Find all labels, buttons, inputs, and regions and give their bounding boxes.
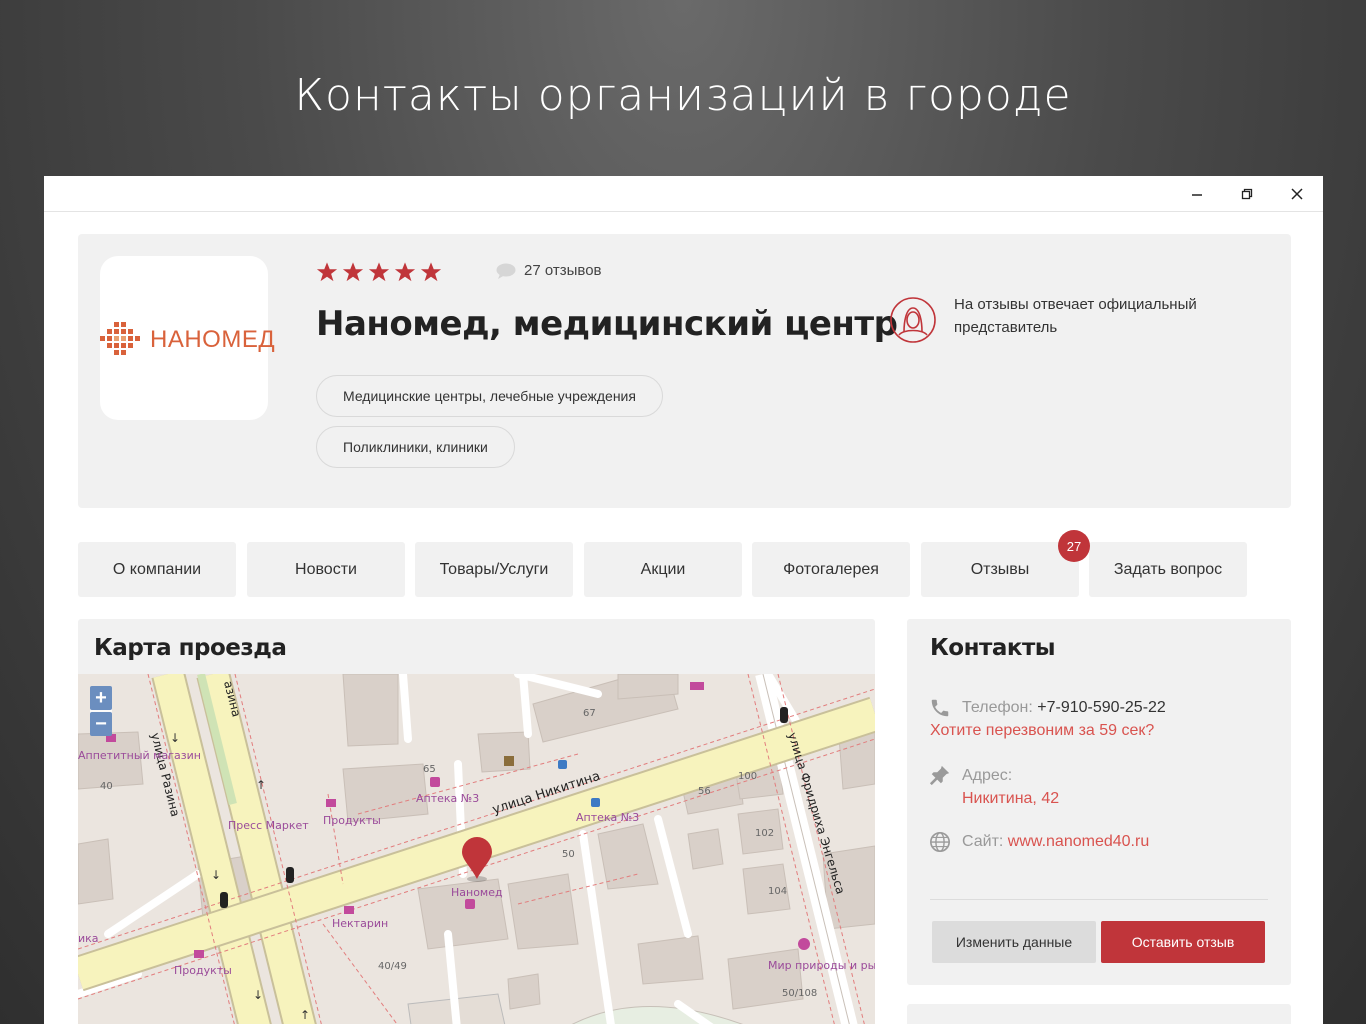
representative-note: На отзывы отвечает официальный представи… <box>954 296 1197 336</box>
map-label: 50/108 <box>782 988 817 999</box>
category-tag[interactable]: Медицинские центры, лечебные учреждения <box>316 375 663 417</box>
leave-review-button[interactable]: Оставить отзыв <box>1101 921 1265 963</box>
tab-ask-question[interactable]: Задать вопрос <box>1089 542 1247 597</box>
pin-icon <box>929 765 950 786</box>
pharmacy-icon <box>430 777 440 787</box>
bus-stop-icon <box>558 760 567 769</box>
logo-mark-icon <box>100 322 140 355</box>
site-label: Сайт: <box>962 833 1004 850</box>
paw-icon <box>798 938 810 950</box>
map-label: Продукты <box>323 814 381 827</box>
zoom-in-button[interactable]: + <box>90 686 112 710</box>
map-label: 104 <box>768 886 787 897</box>
map-label: 67 <box>583 708 596 719</box>
map-label: 56 <box>698 786 711 797</box>
tab-about[interactable]: О компании <box>78 542 236 597</box>
map-label: 100 <box>738 771 757 782</box>
shop-icon <box>344 906 354 914</box>
slide-title: Контакты организаций в городе <box>294 70 1072 121</box>
map-label: 40 <box>100 781 113 792</box>
map-label: 102 <box>755 828 774 839</box>
logo-text: НАНОМЕД <box>150 326 276 353</box>
svg-text:↑: ↑ <box>256 778 266 792</box>
company-name: Наномед, медицинский центр <box>316 304 898 344</box>
map-canvas[interactable]: ↓ ↑ ↓ ↑ ↓ улица Разина азина улица Никит… <box>78 674 875 1024</box>
tab-news[interactable]: Новости <box>247 542 405 597</box>
map-label: Аптека №3 <box>416 792 479 805</box>
star-icon <box>368 262 390 282</box>
zoom-controls: + − <box>90 686 112 736</box>
globe-icon <box>930 832 950 852</box>
representative-icon <box>890 297 936 343</box>
company-header: НАНОМЕД 27 отзывов Наномед, медицинский … <box>78 234 1291 508</box>
map-label: 40/49 <box>378 961 407 972</box>
phone-icon <box>931 699 949 717</box>
star-icon <box>420 262 442 282</box>
tab-products[interactable]: Товары/Услуги <box>415 542 573 597</box>
svg-text:↓: ↓ <box>253 988 263 1002</box>
map-view[interactable]: ↓ ↑ ↓ ↑ ↓ улица Разина азина улица Никит… <box>78 674 875 1024</box>
map-label: Нектарин <box>332 917 388 930</box>
shop-icon <box>326 799 336 807</box>
window-titlebar <box>44 176 1323 212</box>
cafe-icon <box>504 756 514 766</box>
callback-link[interactable]: Хотите перезвоним за 59 сек? <box>930 722 1154 740</box>
map-label: 65 <box>423 764 436 775</box>
map-label: Пресс Маркет <box>228 819 309 832</box>
contacts-card: Контакты Телефон: +7-910-590-25-22 Хотит… <box>907 619 1291 985</box>
svg-text:↓: ↓ <box>211 868 221 882</box>
tab-promotions[interactable]: Акции <box>584 542 742 597</box>
address-value[interactable]: Никитина, 42 <box>962 790 1059 808</box>
minimize-icon[interactable] <box>1183 182 1211 206</box>
star-icon <box>394 262 416 282</box>
edit-data-button[interactable]: Изменить данные <box>932 921 1096 963</box>
close-icon[interactable] <box>1283 182 1311 206</box>
phone-value[interactable]: +7-910-590-25-22 <box>1037 699 1166 716</box>
bus-stop-icon <box>591 798 600 807</box>
star-icon <box>316 262 338 282</box>
browser-window: НАНОМЕД 27 отзывов Наномед, медицинский … <box>44 176 1323 1024</box>
divider <box>930 899 1268 900</box>
reviews-count-link[interactable]: 27 отзывов <box>496 262 602 279</box>
map-label: Аппетитный магазин <box>78 749 201 762</box>
contacts-title: Контакты <box>930 635 1056 661</box>
map-label: Мир природы и рыбалки <box>768 959 875 972</box>
clinic-icon <box>465 899 475 909</box>
restore-icon[interactable] <box>1233 182 1261 206</box>
shop-icon <box>194 950 204 958</box>
star-icon <box>342 262 364 282</box>
phone-label: Телефон: <box>962 699 1033 716</box>
shop-icon <box>690 682 704 690</box>
category-tag[interactable]: Поликлиники, клиники <box>316 426 515 468</box>
map-title: Карта проезда <box>94 635 287 661</box>
phone-line: Телефон: +7-910-590-25-22 <box>962 699 1166 717</box>
comment-icon <box>496 263 516 279</box>
reviews-count-label: 27 отзывов <box>524 262 602 279</box>
address-label: Адрес: <box>962 767 1013 784</box>
company-logo: НАНОМЕД <box>100 256 275 420</box>
tab-gallery[interactable]: Фотогалерея <box>752 542 910 597</box>
site-line: Сайт: www.nanomed40.ru <box>962 833 1149 851</box>
zoom-out-button[interactable]: − <box>90 712 112 736</box>
tab-reviews[interactable]: Отзывы <box>921 542 1079 597</box>
map-label: ика <box>78 932 99 945</box>
site-link[interactable]: www.nanomed40.ru <box>1008 833 1149 850</box>
svg-text:↑: ↑ <box>300 1008 310 1022</box>
reviews-badge: 27 <box>1058 530 1090 562</box>
map-label: Аптека №3 <box>576 811 639 824</box>
map-label: 50 <box>562 849 575 860</box>
map-label: Наномед <box>451 886 503 899</box>
map-card: Карта проезда ↓ ↑ ↓ ↑ ↓ улица Разина ази… <box>78 619 875 1024</box>
rating-stars <box>316 261 442 283</box>
map-label: Продукты <box>174 964 232 977</box>
secondary-card <box>907 1004 1291 1024</box>
svg-text:↓: ↓ <box>170 731 180 745</box>
